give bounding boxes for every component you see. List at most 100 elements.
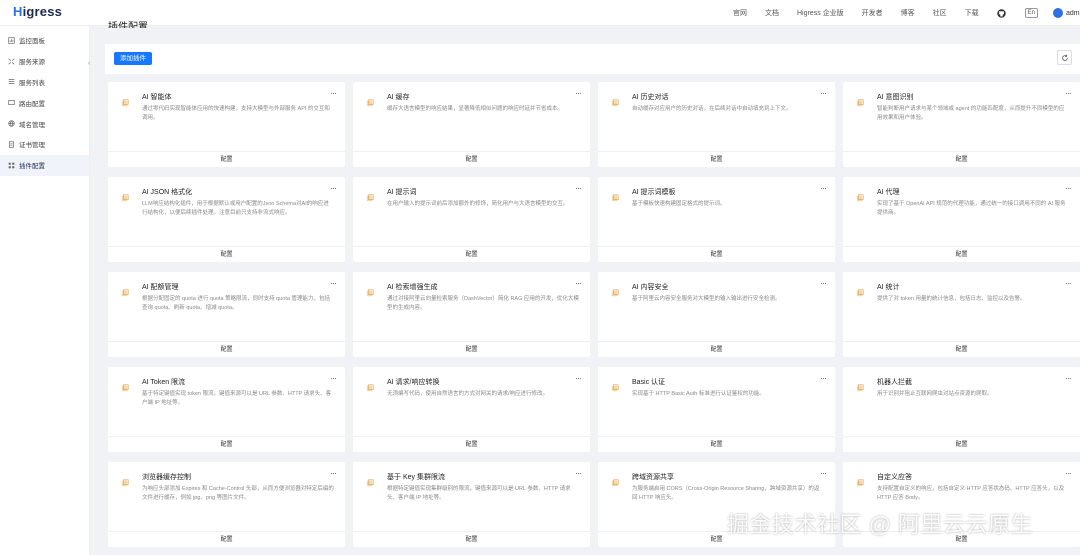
more-options-button[interactable]: ··· bbox=[575, 183, 582, 193]
sidebar-item-plugin[interactable]: 插件配置 bbox=[0, 154, 89, 176]
config-button[interactable]: 配置 bbox=[353, 439, 590, 448]
more-options-button[interactable]: ··· bbox=[330, 468, 337, 478]
more-options-button[interactable]: ··· bbox=[820, 183, 827, 193]
more-options-button[interactable]: ··· bbox=[575, 88, 582, 98]
more-options-button[interactable]: ··· bbox=[1065, 373, 1072, 383]
sidebar-item-cert[interactable]: 证书管理 bbox=[0, 134, 89, 155]
config-button[interactable]: 配置 bbox=[598, 249, 835, 258]
plugin-icon bbox=[8, 162, 15, 169]
plugin-icon bbox=[121, 379, 129, 392]
plugin-icon bbox=[611, 379, 619, 392]
more-options-button[interactable]: ··· bbox=[820, 88, 827, 98]
plugin-card: AI 提示词模板 ··· 基于模板快速构建固定格式的提示词。 配置 bbox=[598, 177, 835, 262]
sidebar-item-service-source[interactable]: 服务来源 bbox=[0, 51, 89, 72]
more-options-button[interactable]: ··· bbox=[1065, 183, 1072, 193]
more-options-button[interactable]: ··· bbox=[330, 88, 337, 98]
nav-link-download[interactable]: 下载 bbox=[965, 8, 979, 18]
config-button[interactable]: 配置 bbox=[598, 344, 835, 353]
plugin-description: 基于阿里云内容安全服务对大模型的输入输出进行安全检测。 bbox=[632, 296, 781, 302]
more-options-button[interactable]: ··· bbox=[820, 468, 827, 478]
sidebar-item-label: 服务来源 bbox=[19, 59, 45, 67]
config-button[interactable]: 配置 bbox=[108, 534, 345, 543]
top-nav: 官网 文档 Higress 企业版 开发者 博客 社区 下载 En admin bbox=[724, 0, 1080, 26]
sidebar-item-label: 证书管理 bbox=[19, 142, 45, 150]
sidebar-item-route[interactable]: 路由配置 bbox=[0, 92, 89, 113]
plugin-grid: AI 智能体 ··· 通过零代码实现智能体应用的快速构建，支持大模型与外部服务 AP… bbox=[108, 82, 1080, 547]
refresh-icon bbox=[1061, 49, 1069, 67]
plugin-description: 通过对接阿里云向量检索服务（DashVector）简化 RAG 应用的开发，优化… bbox=[387, 296, 579, 311]
config-button[interactable]: 配置 bbox=[843, 344, 1080, 353]
plugin-title: 浏览器缓存控制 bbox=[142, 474, 191, 481]
plugin-card: AI 提示词 ··· 在用户输入的提示词前后添加额外的修饰，简化用户与大语言模型的交… bbox=[353, 177, 590, 262]
route-icon bbox=[8, 99, 15, 106]
sidebar-item-label: 域名管理 bbox=[19, 121, 45, 129]
plugin-description: 提供了对 token 用量的统计信息，包括日志、监控以及告警。 bbox=[877, 296, 1026, 302]
sidebar-item-service-list[interactable]: 服务列表 bbox=[0, 72, 89, 93]
plugin-icon bbox=[856, 474, 864, 487]
plugin-icon bbox=[611, 284, 619, 297]
config-button[interactable]: 配置 bbox=[843, 154, 1080, 163]
more-options-button[interactable]: ··· bbox=[330, 183, 337, 193]
more-options-button[interactable]: ··· bbox=[330, 373, 337, 383]
config-button[interactable]: 配置 bbox=[108, 439, 345, 448]
plugin-icon bbox=[856, 284, 864, 297]
language-toggle[interactable]: En bbox=[1024, 8, 1038, 18]
more-options-button[interactable]: ··· bbox=[575, 373, 582, 383]
top-header: Higress 官网 文档 Higress 企业版 开发者 博客 社区 下载 E… bbox=[0, 0, 1080, 26]
nav-link-blog[interactable]: 博客 bbox=[901, 8, 915, 18]
more-options-button[interactable]: ··· bbox=[575, 468, 582, 478]
plugin-title: 自定义应答 bbox=[877, 474, 912, 481]
sidebar-item-domain[interactable]: 域名管理 bbox=[0, 113, 89, 134]
plugin-card: AI 检索增强生成 ··· 通过对接阿里云向量检索服务（DashVector）简化 … bbox=[353, 272, 590, 357]
plugin-icon bbox=[121, 474, 129, 487]
config-button[interactable]: 配置 bbox=[598, 154, 835, 163]
collapse-sidebar-icon[interactable]: ‹ bbox=[88, 60, 90, 67]
config-button[interactable]: 配置 bbox=[353, 534, 590, 543]
more-options-button[interactable]: ··· bbox=[330, 278, 337, 288]
plugin-icon bbox=[366, 189, 374, 202]
plugin-title: AI 配额管理 bbox=[142, 284, 179, 291]
more-options-button[interactable]: ··· bbox=[820, 278, 827, 288]
main-content: 插件配置 添加插件 AI 智能体 ··· 通过零代码实现智能体应用的快速构建，支持大… bbox=[96, 22, 1080, 555]
nav-link-developer[interactable]: 开发者 bbox=[862, 8, 883, 18]
plugin-description: 用于识别并阻止互联网爬虫对站点资源的爬取。 bbox=[877, 391, 993, 397]
sidebar-item-dashboard[interactable]: 监控面板 bbox=[0, 30, 89, 51]
config-button[interactable]: 配置 bbox=[353, 249, 590, 258]
plugin-card: AI 历史对话 ··· 自动缓存对应用户的历史对话，在后续对话中自动填充到上下文。配… bbox=[598, 82, 835, 167]
more-options-button[interactable]: ··· bbox=[1065, 468, 1072, 478]
refresh-button[interactable] bbox=[1057, 50, 1072, 65]
plugin-card: AI 缓存 ··· 缓存大语言模型的响应结果，显著降低相似问题的响应时延并节省成本。… bbox=[353, 82, 590, 167]
nav-link-docs[interactable]: 文档 bbox=[765, 8, 779, 18]
config-button[interactable]: 配置 bbox=[843, 439, 1080, 448]
config-button[interactable]: 配置 bbox=[108, 154, 345, 163]
higress-logo[interactable]: Higress bbox=[13, 4, 62, 19]
more-options-button[interactable]: ··· bbox=[1065, 88, 1072, 98]
nav-link-official[interactable]: 官网 bbox=[733, 8, 747, 18]
watermark: 掘金技术社区 @ 阿里云云原生 bbox=[727, 512, 1034, 537]
plugin-description: 为响应头部添加 Expires 和 Cache-Control 头部，从而方便浏… bbox=[142, 486, 334, 501]
avatar[interactable] bbox=[1053, 8, 1063, 18]
nav-link-community[interactable]: 社区 bbox=[933, 8, 947, 18]
plugin-description: 无须编写代码，使用自然语言的方式对网关的请求/响应进行修改。 bbox=[387, 391, 549, 397]
plugin-card: AI 请求/响应转换 ··· 无须编写代码，使用自然语言的方式对网关的请求/响应进行… bbox=[353, 367, 590, 452]
plugin-icon bbox=[366, 379, 374, 392]
plugin-title: AI JSON 格式化 bbox=[142, 189, 193, 196]
config-button[interactable]: 配置 bbox=[598, 439, 835, 448]
user-name[interactable]: admin bbox=[1066, 10, 1080, 17]
plugin-icon bbox=[611, 94, 619, 107]
config-button[interactable]: 配置 bbox=[843, 249, 1080, 258]
plugin-title: AI 请求/响应转换 bbox=[387, 379, 440, 386]
more-options-button[interactable]: ··· bbox=[1065, 278, 1072, 288]
sidebar-item-label: 路由配置 bbox=[19, 100, 45, 108]
nav-link-enterprise[interactable]: Higress 企业版 bbox=[797, 8, 844, 18]
add-plugin-button[interactable]: 添加插件 bbox=[114, 52, 152, 65]
config-button[interactable]: 配置 bbox=[108, 344, 345, 353]
config-button[interactable]: 配置 bbox=[353, 344, 590, 353]
github-icon[interactable] bbox=[997, 8, 1007, 18]
config-button[interactable]: 配置 bbox=[353, 154, 590, 163]
more-options-button[interactable]: ··· bbox=[575, 278, 582, 288]
plugin-title: AI 代理 bbox=[877, 189, 900, 196]
config-button[interactable]: 配置 bbox=[108, 249, 345, 258]
plugin-card: AI JSON 格式化 ··· LLM响应结构化插件，用于根据默认或用户配置的Jso… bbox=[108, 177, 345, 262]
more-options-button[interactable]: ··· bbox=[820, 373, 827, 383]
